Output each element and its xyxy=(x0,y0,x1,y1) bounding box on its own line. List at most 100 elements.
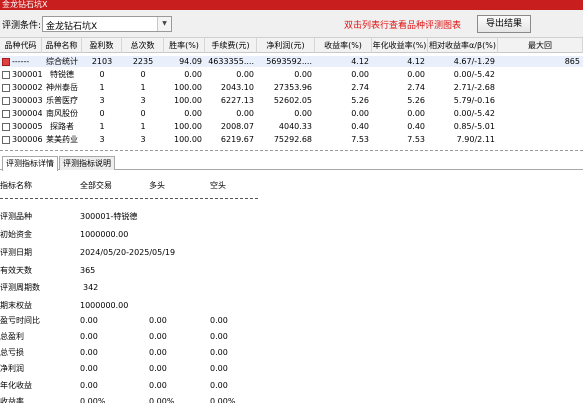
table-cell: 865 xyxy=(564,57,580,66)
column-header[interactable]: 最大回 xyxy=(498,38,583,53)
table-cell: 0.00/-5.42 xyxy=(453,109,495,118)
export-button[interactable]: 导出结果 xyxy=(477,15,531,33)
table-row[interactable]: 300006 莱美药业 3 3 100.00 6219.67 75292.68 7.53 7.5… xyxy=(0,134,583,145)
table-cell xyxy=(498,95,583,106)
table-cell: 0.00 xyxy=(184,70,202,79)
table-cell: 1 xyxy=(99,122,105,131)
table-cell: 5.26 xyxy=(351,96,369,105)
table-cell: 综合统计 xyxy=(46,57,78,66)
metric-label: 总亏损 xyxy=(0,348,24,357)
table-cell: 100.00 xyxy=(174,122,202,131)
row-checkbox[interactable] xyxy=(2,110,10,118)
table-cell: 5693592.... xyxy=(266,57,312,66)
table-cell: 0.00/-5.42 xyxy=(453,70,495,79)
table-cell: 2235 xyxy=(132,57,154,66)
metric-long: 0.00 xyxy=(149,332,167,341)
summary-marker-icon[interactable] xyxy=(2,58,10,66)
column-header[interactable]: 总次数 xyxy=(122,38,164,53)
table-row[interactable]: 300001 特锐德 0 0 0.00 0.00 0.00 0.00 0.00 0.00/-5.4… xyxy=(0,69,583,80)
table-cell: 0.00 xyxy=(407,70,425,79)
table-cell: 0 xyxy=(140,109,146,118)
tab-metric-description[interactable]: 评测指标说明 xyxy=(59,156,115,170)
table-cell: 4.67/-1.29 xyxy=(453,57,495,66)
row-checkbox[interactable] xyxy=(2,97,10,105)
table-cell: 7.90/2.11 xyxy=(456,135,495,144)
condition-select[interactable]: 金龙钻石坑X ▼ xyxy=(42,16,172,32)
table-cell: ------ xyxy=(12,57,30,66)
chevron-down-icon[interactable]: ▼ xyxy=(157,17,171,31)
table-cell: 0.00 xyxy=(351,109,369,118)
column-header[interactable]: 品种名称 xyxy=(42,38,82,53)
metric-all: 0.00 xyxy=(80,364,98,373)
column-header[interactable]: 盈利数 xyxy=(82,38,122,53)
metric-short: 0.00 xyxy=(210,348,228,357)
table-cell: 莱美药业 xyxy=(46,135,78,144)
table-cell xyxy=(498,121,583,132)
metric-label: 收益率 xyxy=(0,397,24,403)
table-row[interactable]: 300002 神州泰岳 1 1 100.00 2043.10 27353.96 2.74 2.7… xyxy=(0,82,583,93)
toolbar: 评测条件: 金龙钻石坑X ▼ 双击列表行查看品种评测图表 导出结果 xyxy=(0,10,583,38)
column-header[interactable]: 收益率(%) xyxy=(315,38,372,53)
table-cell: 5.26 xyxy=(407,96,425,105)
metric-short: 0.00 xyxy=(210,316,228,325)
metric-label: 期末权益 xyxy=(0,301,32,310)
table-cell: 100.00 xyxy=(174,135,202,144)
table-cell: 南风股份 xyxy=(46,109,78,118)
table-cell: 3 xyxy=(140,96,146,105)
table-cell: 0.00 xyxy=(351,70,369,79)
table-cell: 4040.33 xyxy=(278,122,312,131)
table-cell: 0.00 xyxy=(407,109,425,118)
row-checkbox[interactable] xyxy=(2,71,10,79)
table-cell: 300004 xyxy=(12,109,42,118)
column-header[interactable]: 相对收益率α/β(%) xyxy=(428,38,498,53)
table-cell: 7.53 xyxy=(407,135,425,144)
table-cell: 特锐德 xyxy=(50,70,74,79)
table-cell: 0.00 xyxy=(236,70,254,79)
row-checkbox[interactable] xyxy=(2,84,10,92)
table-cell: 2.71/-2.68 xyxy=(453,83,495,92)
table-cell: 2043.10 xyxy=(220,83,254,92)
metric-all: 0.00 xyxy=(80,348,98,357)
detail-header-long: 多头 xyxy=(149,181,165,190)
row-checkbox[interactable] xyxy=(2,123,10,131)
table-cell: 3 xyxy=(140,135,146,144)
metric-all: 0.00 xyxy=(80,316,98,325)
table-cell: 2.74 xyxy=(407,83,425,92)
column-header[interactable]: 品种代码 xyxy=(0,38,42,53)
metric-long: 0.00 xyxy=(149,381,167,390)
metric-long: 0.00% xyxy=(149,397,175,403)
splitter[interactable] xyxy=(0,150,583,153)
metric-short: 0.00% xyxy=(210,397,236,403)
table-cell: 300003 xyxy=(12,96,42,105)
metric-label: 年化收益 xyxy=(0,381,32,390)
table-row[interactable]: ------ 综合统计 2103 2235 94.09 4633355.... 569359… xyxy=(0,56,583,67)
table-cell: 1 xyxy=(140,122,146,131)
table-cell: 0.40 xyxy=(407,122,425,131)
metric-label: 评测周期数 xyxy=(0,283,40,292)
metric-long: 0.00 xyxy=(149,364,167,373)
table-row[interactable]: 300003 乐普医疗 3 3 100.00 6227.13 52602.05 5.26 5.2… xyxy=(0,95,583,106)
table-cell: 5.79/-0.16 xyxy=(453,96,495,105)
results-table: 品种代码 品种名称 盈利数 总次数 胜率(%) 手续费(元) 净利润(元) 收益率(%) 年化收… xyxy=(0,38,583,152)
detail-header-name: 指标名称 xyxy=(0,181,32,190)
column-header[interactable]: 胜率(%) xyxy=(164,38,205,53)
metric-all: 1000000.00 xyxy=(80,301,129,310)
metric-label: 盈亏时间比 xyxy=(0,316,40,325)
row-checkbox[interactable] xyxy=(2,136,10,144)
table-row[interactable]: 300005 探路者 1 1 100.00 2008.07 4040.33 0.40 0.40 0… xyxy=(0,121,583,132)
metric-all: 0.00 xyxy=(80,332,98,341)
table-row[interactable]: 300004 南风股份 0 0 0.00 0.00 0.00 0.00 0.00 0.00/-5.… xyxy=(0,108,583,119)
table-cell: 6219.67 xyxy=(220,135,254,144)
table-cell: 0.00 xyxy=(184,109,202,118)
metric-short: 0.00 xyxy=(210,381,228,390)
metric-all: 1000000.00 xyxy=(80,230,129,239)
table-cell: 乐普医疗 xyxy=(46,96,78,105)
column-header[interactable]: 年化收益率(%) xyxy=(372,38,428,53)
metric-label: 初始资金 xyxy=(0,230,32,239)
table-cell: 6227.13 xyxy=(220,96,254,105)
table-cell: 1 xyxy=(140,83,146,92)
table-cell: 4.12 xyxy=(351,57,369,66)
tab-metric-details[interactable]: 评测指标详情 xyxy=(2,156,58,171)
column-header[interactable]: 净利润(元) xyxy=(257,38,315,53)
column-header[interactable]: 手续费(元) xyxy=(205,38,257,53)
